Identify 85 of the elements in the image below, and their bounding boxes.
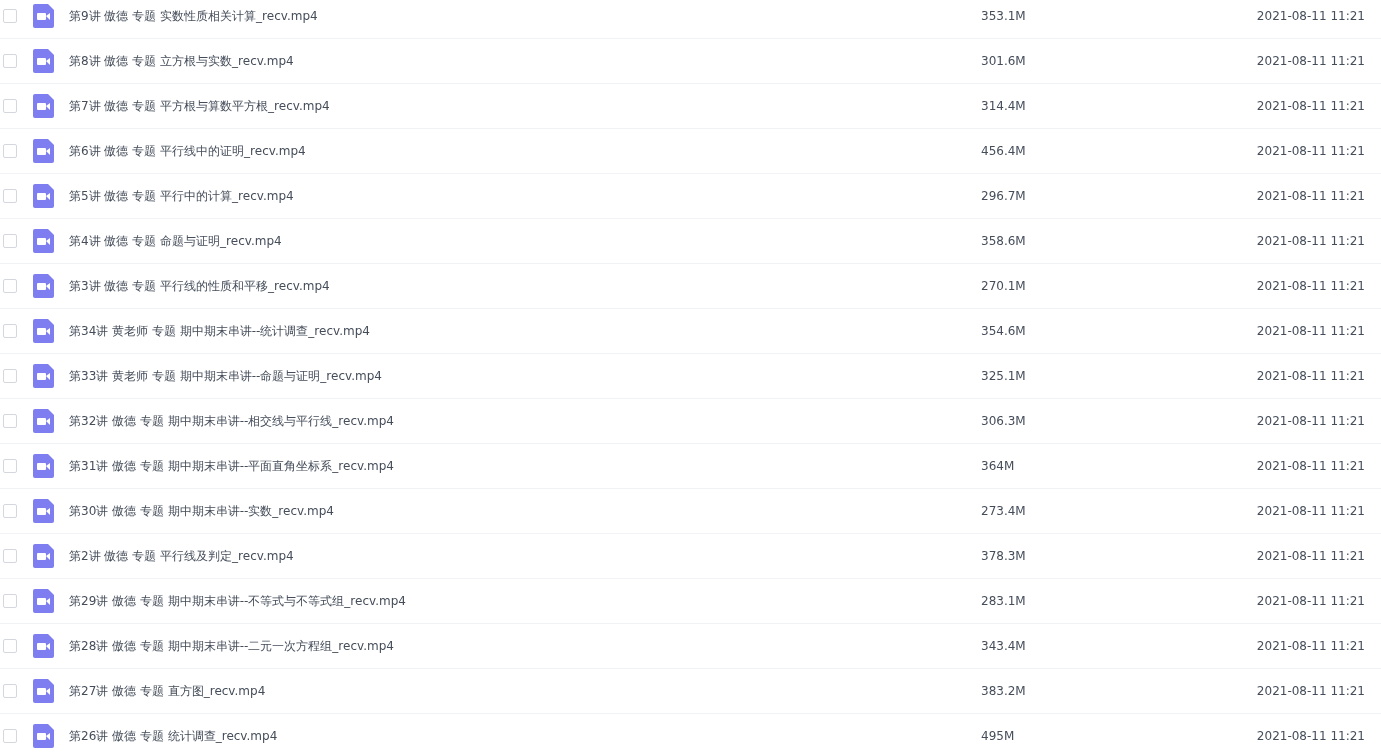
file-name[interactable]: 第30讲 傲德 专题 期中期末串讲--实数_recv.mp4 <box>69 502 981 520</box>
video-file-icon <box>33 274 54 298</box>
modified-date: 2021-08-11 11:21 <box>1256 729 1365 743</box>
checkbox[interactable] <box>3 594 17 608</box>
modified-date: 2021-08-11 11:21 <box>1256 54 1365 68</box>
modified-date: 2021-08-11 11:21 <box>1256 639 1365 653</box>
file-name[interactable]: 第3讲 傲德 专题 平行线的性质和平移_recv.mp4 <box>69 277 981 295</box>
checkbox[interactable] <box>3 144 17 158</box>
checkbox[interactable] <box>3 189 17 203</box>
file-size: 358.6M <box>981 234 1027 248</box>
checkbox[interactable] <box>3 369 17 383</box>
file-name[interactable]: 第31讲 傲德 专题 期中期末串讲--平面直角坐标系_recv.mp4 <box>69 457 981 475</box>
video-file-icon <box>33 409 54 433</box>
file-name[interactable]: 第33讲 黄老师 专题 期中期末串讲--命题与证明_recv.mp4 <box>69 367 981 385</box>
checkbox[interactable] <box>3 639 17 653</box>
video-file-icon <box>33 184 54 208</box>
checkbox[interactable] <box>3 549 17 563</box>
video-file-icon <box>33 724 54 748</box>
modified-date: 2021-08-11 11:21 <box>1256 549 1365 563</box>
checkbox[interactable] <box>3 54 17 68</box>
modified-date: 2021-08-11 11:21 <box>1256 144 1365 158</box>
file-name[interactable]: 第26讲 傲德 专题 统计调查_recv.mp4 <box>69 727 981 745</box>
file-name[interactable]: 第27讲 傲德 专题 直方图_recv.mp4 <box>69 682 981 700</box>
modified-date: 2021-08-11 11:21 <box>1256 99 1365 113</box>
video-file-icon <box>33 139 54 163</box>
checkbox[interactable] <box>3 324 17 338</box>
checkbox[interactable] <box>3 414 17 428</box>
video-file-icon <box>33 364 54 388</box>
video-file-icon <box>33 679 54 703</box>
video-file-icon <box>33 544 54 568</box>
video-file-icon <box>33 454 54 478</box>
file-size: 301.6M <box>981 54 1027 68</box>
file-name[interactable]: 第4讲 傲德 专题 命题与证明_recv.mp4 <box>69 232 981 250</box>
file-size: 306.3M <box>981 414 1027 428</box>
file-size: 343.4M <box>981 639 1027 653</box>
file-name[interactable]: 第7讲 傲德 专题 平方根与算数平方根_recv.mp4 <box>69 97 981 115</box>
file-name[interactable]: 第32讲 傲德 专题 期中期末串讲--相交线与平行线_recv.mp4 <box>69 412 981 430</box>
file-name[interactable]: 第9讲 傲德 专题 实数性质相关计算_recv.mp4 <box>69 7 981 25</box>
video-file-icon <box>33 49 54 73</box>
modified-date: 2021-08-11 11:21 <box>1256 234 1365 248</box>
file-name[interactable]: 第29讲 傲德 专题 期中期末串讲--不等式与不等式组_recv.mp4 <box>69 592 981 610</box>
file-size: 296.7M <box>981 189 1027 203</box>
file-size: 353.1M <box>981 9 1027 23</box>
checkbox[interactable] <box>3 459 17 473</box>
file-name[interactable]: 第28讲 傲德 专题 期中期末串讲--二元一次方程组_recv.mp4 <box>69 637 981 655</box>
modified-date: 2021-08-11 11:21 <box>1256 189 1365 203</box>
modified-date: 2021-08-11 11:21 <box>1256 369 1365 383</box>
modified-date: 2021-08-11 11:21 <box>1256 594 1365 608</box>
file-size: 354.6M <box>981 324 1027 338</box>
video-file-icon <box>33 589 54 613</box>
modified-date: 2021-08-11 11:21 <box>1256 414 1365 428</box>
file-name[interactable]: 第8讲 傲德 专题 立方根与实数_recv.mp4 <box>69 52 981 70</box>
file-size: 378.3M <box>981 549 1027 563</box>
video-file-icon <box>33 634 54 658</box>
file-size: 495M <box>981 729 1016 743</box>
modified-date: 2021-08-11 11:21 <box>1256 684 1365 698</box>
file-name[interactable]: 第6讲 傲德 专题 平行线中的证明_recv.mp4 <box>69 142 981 160</box>
file-size: 456.4M <box>981 144 1027 158</box>
modified-date: 2021-08-11 11:21 <box>1256 279 1365 293</box>
file-size: 314.4M <box>981 99 1027 113</box>
video-file-icon <box>33 94 54 118</box>
checkbox[interactable] <box>3 9 17 23</box>
file-size: 270.1M <box>981 279 1027 293</box>
file-name[interactable]: 第5讲 傲德 专题 平行中的计算_recv.mp4 <box>69 187 981 205</box>
file-size: 273.4M <box>981 504 1027 518</box>
modified-date: 2021-08-11 11:21 <box>1256 9 1365 23</box>
modified-date: 2021-08-11 11:21 <box>1256 459 1365 473</box>
video-file-icon <box>33 229 54 253</box>
checkbox[interactable] <box>3 684 17 698</box>
checkbox[interactable] <box>3 729 17 743</box>
video-file-icon <box>33 319 54 343</box>
file-name[interactable]: 第34讲 黄老师 专题 期中期末串讲--统计调查_recv.mp4 <box>69 322 981 340</box>
file-name[interactable]: 第2讲 傲德 专题 平行线及判定_recv.mp4 <box>69 547 981 565</box>
checkbox[interactable] <box>3 99 17 113</box>
video-file-icon <box>33 4 54 28</box>
checkbox[interactable] <box>3 234 17 248</box>
modified-date: 2021-08-11 11:21 <box>1256 324 1365 338</box>
file-size: 383.2M <box>981 684 1027 698</box>
file-size: 325.1M <box>981 369 1027 383</box>
file-size: 283.1M <box>981 594 1027 608</box>
file-size: 364M <box>981 459 1016 473</box>
checkbox[interactable] <box>3 504 17 518</box>
video-file-icon <box>33 499 54 523</box>
checkbox[interactable] <box>3 279 17 293</box>
modified-date: 2021-08-11 11:21 <box>1256 504 1365 518</box>
